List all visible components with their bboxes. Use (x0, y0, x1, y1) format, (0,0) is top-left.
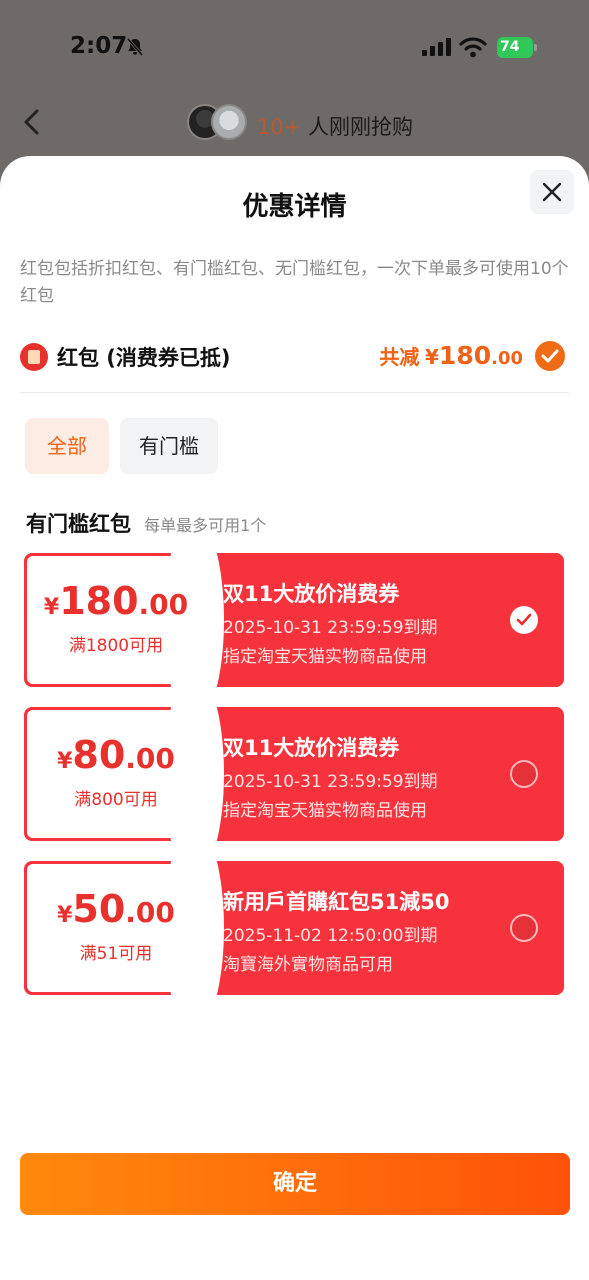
red-packet-checkbox[interactable] (535, 341, 565, 371)
coupon-card[interactable]: ¥180.00 满1800可用 双11大放价消费券 2025-10-31 23:… (24, 553, 564, 687)
coupon-card[interactable]: ¥50.00 满51可用 新用戶首購紅包51減50 2025-11-02 12:… (24, 861, 564, 995)
sheet-title: 优惠详情 (242, 192, 347, 222)
section-header: 有门槛红包 每单最多可用1个 (26, 508, 266, 538)
coupon-radio-selected[interactable] (510, 606, 538, 634)
red-packet-icon (20, 343, 48, 371)
coupon-radio[interactable] (510, 914, 538, 942)
confirm-button[interactable]: 确定 (20, 1153, 570, 1215)
back-chevron-icon[interactable] (18, 107, 48, 137)
battery-icon: 74 (497, 37, 537, 58)
red-packet-label: 红包 (消费券已抵) (57, 346, 231, 370)
red-packet-intro: 红包包括折扣红包、有门槛红包、无门槛红包，一次下单最多可使用10个红包 (20, 259, 569, 306)
coupon-amount: ¥50.00 (57, 887, 175, 931)
coupon-expiry: 2025-10-31 23:59:59到期 (223, 772, 438, 792)
coupon-condition: 满51可用 (79, 944, 153, 964)
filter-tab-threshold[interactable]: 有门槛 (120, 418, 218, 474)
coupon-card[interactable]: ¥80.00 满800可用 双11大放价消费券 2025-10-31 23:59… (24, 707, 564, 841)
wifi-icon (459, 37, 487, 58)
coupon-title: 新用戶首購紅包51減50 (223, 890, 450, 914)
buyer-avatars (187, 104, 251, 142)
close-button[interactable] (530, 170, 574, 214)
coupon-title: 双11大放价消费券 (223, 736, 400, 760)
coupon-condition: 满800可用 (74, 790, 158, 810)
buyers-label: 人刚刚抢购 (308, 115, 414, 139)
divider (20, 392, 569, 393)
coupon-scope: 指定淘宝天猫实物商品使用 (223, 801, 427, 821)
coupon-radio[interactable] (510, 760, 538, 788)
coupon-scope: 淘寶海外實物商品可用 (223, 955, 393, 975)
coupon-scope: 指定淘宝天猫实物商品使用 (223, 647, 427, 667)
coupon-expiry: 2025-10-31 23:59:59到期 (223, 618, 438, 638)
coupon-amount: ¥180.00 (43, 579, 189, 623)
buyers-count: 10+ (257, 115, 302, 139)
section-title: 有门槛红包 (26, 512, 131, 536)
section-note: 每单最多可用1个 (144, 516, 267, 535)
red-packet-summary-row[interactable]: 红包 (消费券已抵) 共减 ¥180.00 (20, 339, 565, 375)
coupon-expiry: 2025-11-02 12:50:00到期 (223, 926, 438, 946)
checkmark-icon (541, 349, 559, 363)
coupon-title: 双11大放价消费券 (223, 582, 400, 606)
coupon-amount: ¥80.00 (57, 733, 175, 777)
total-discount: 共减 ¥180.00 (379, 341, 523, 370)
filter-tab-all[interactable]: 全部 (25, 418, 109, 474)
cellular-signal-icon (422, 38, 451, 56)
avatar (211, 104, 247, 140)
battery-level: 74 (497, 37, 533, 58)
coupon-condition: 满1800可用 (68, 636, 164, 656)
close-icon (542, 182, 562, 202)
recent-buyers-text: 10+ 人刚刚抢购 (257, 111, 413, 141)
bell-muted-icon (126, 38, 144, 56)
status-bar: 2:07 74 (0, 0, 589, 95)
discount-details-sheet: 优惠详情 红包包括折扣红包、有门槛红包、无门槛红包，一次下单最多可使用10个红包… (0, 156, 589, 1280)
checkmark-icon (516, 613, 532, 626)
status-time: 2:07 (70, 33, 128, 59)
